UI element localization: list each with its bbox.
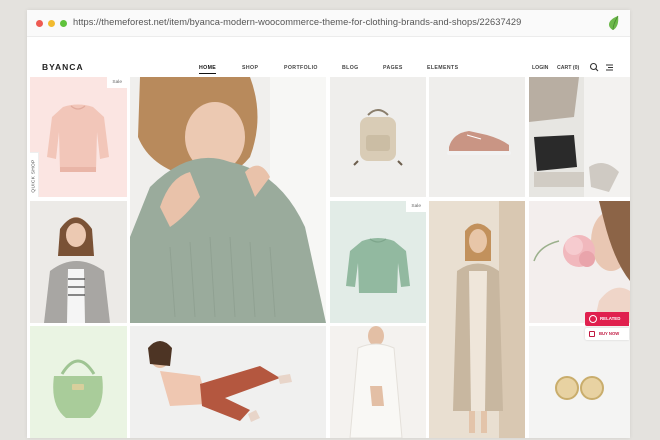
product-tile-green-bag[interactable] — [30, 326, 127, 438]
flower-model-image — [533, 201, 630, 323]
model-tile-beige-coat[interactable] — [429, 201, 525, 438]
product-tile-pink-sweater[interactable]: Sale QUICK SHOP — [30, 77, 127, 197]
related-icon — [589, 315, 597, 323]
sneaker-image — [447, 131, 511, 155]
minimize-window-button[interactable] — [48, 20, 55, 27]
menu-item-elements[interactable]: ELEMENTS — [427, 65, 458, 71]
white-dress-model-image — [349, 326, 403, 438]
buy-now-label: BUY NOW — [599, 331, 620, 336]
buy-now-button[interactable]: BUY NOW — [585, 328, 629, 340]
hero-model-image — [130, 77, 326, 323]
sale-badge: Sale — [107, 77, 127, 88]
close-window-button[interactable] — [36, 20, 43, 27]
product-tile-sneaker[interactable] — [429, 77, 525, 197]
green-sweater-image — [346, 238, 410, 293]
url-text[interactable]: https://themeforest.net/item/byanca-mode… — [73, 17, 521, 27]
login-link[interactable]: LOGIN — [532, 65, 548, 71]
cart-link[interactable]: CART (0) — [557, 65, 579, 71]
product-tile-earrings[interactable] — [529, 326, 630, 438]
quick-shop-tab[interactable]: QUICK SHOP — [30, 152, 39, 197]
clothes-rack-image — [529, 77, 630, 197]
hero-tile-green-knit[interactable] — [130, 77, 326, 323]
quick-shop-label: QUICK SHOP — [31, 159, 37, 193]
model-tile-pink-flower[interactable] — [529, 201, 630, 323]
menu-icon[interactable] — [604, 62, 614, 72]
cardigan-model-image — [44, 217, 110, 323]
earrings-image — [555, 376, 604, 400]
browser-address-bar: https://themeforest.net/item/byanca-mode… — [27, 10, 630, 37]
menu-item-pages[interactable]: PAGES — [383, 65, 403, 71]
menu-item-portfolio[interactable]: PORTFOLIO — [284, 65, 318, 71]
lifestyle-tile-clothes-rack[interactable] — [529, 77, 630, 197]
site-logo[interactable]: BYANCA — [42, 62, 84, 72]
menu-item-blog[interactable]: BLOG — [342, 65, 359, 71]
leaf-icon[interactable] — [606, 15, 620, 31]
pink-sweater-image — [47, 104, 109, 172]
maximize-window-button[interactable] — [60, 20, 67, 27]
menu-item-home[interactable]: HOME — [199, 65, 217, 74]
related-label: RELATED — [600, 316, 621, 321]
cart-icon — [589, 331, 595, 337]
model-tile-white-dress[interactable] — [330, 326, 426, 438]
related-button[interactable]: RELATED — [585, 312, 629, 326]
product-tile-backpack[interactable] — [330, 77, 426, 197]
beige-coat-model-image — [453, 201, 525, 438]
search-icon[interactable] — [589, 62, 599, 72]
model-tile-grey-cardigan[interactable] — [30, 201, 127, 323]
browser-window: https://themeforest.net/item/byanca-mode… — [27, 10, 630, 438]
product-tile-green-sweater[interactable]: Sale — [330, 201, 426, 323]
reclining-model-image — [148, 341, 292, 422]
backpack-image — [353, 109, 403, 166]
model-tile-reclining[interactable] — [130, 326, 326, 438]
sale-badge: Sale — [406, 201, 426, 212]
menu-item-shop[interactable]: SHOP — [242, 65, 258, 71]
green-bag-image — [53, 359, 103, 418]
